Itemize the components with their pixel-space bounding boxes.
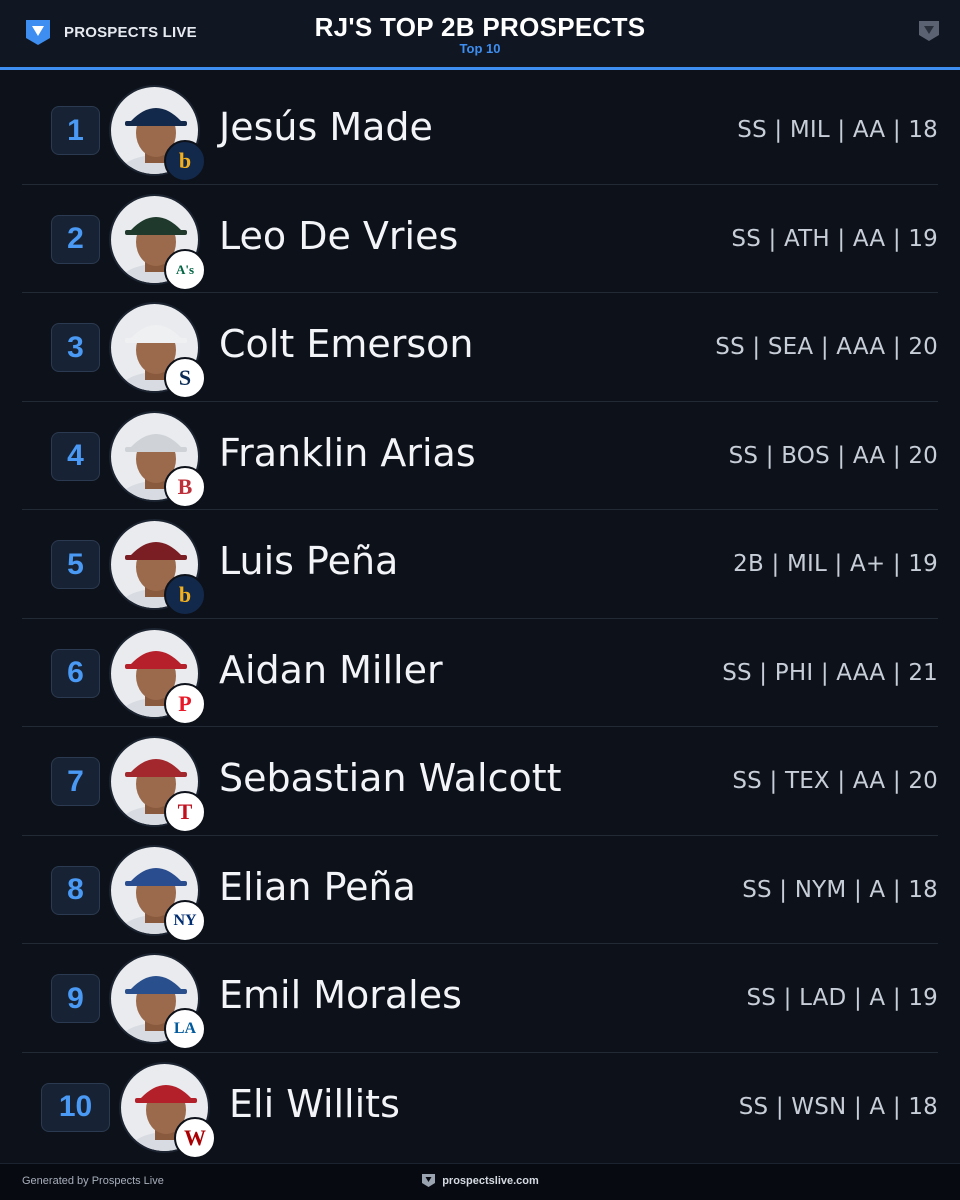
- brewers-logo-icon: b: [164, 140, 206, 182]
- header-bar: PROSPECTS LIVE RJ'S TOP 2B PROSPECTS Top…: [0, 0, 960, 70]
- prospect-row[interactable]: 2 A's Leo De Vries SS | ATH | AA | 19: [22, 185, 938, 293]
- athletics-logo-icon: A's: [164, 248, 206, 291]
- player-avatar: T: [109, 736, 206, 833]
- prospect-list: 1 b Jesús Made SS | MIL | AA | 18 2 A's Leo De…: [22, 76, 938, 1161]
- nationals-logo-icon: W: [174, 1116, 216, 1159]
- player-meta: SS | LAD | A | 19: [746, 985, 938, 1011]
- phillies-logo-icon: P: [164, 682, 206, 725]
- player-meta: SS | WSN | A | 18: [738, 1093, 938, 1120]
- prospect-row[interactable]: 10 W Eli Willits SS | WSN | A | 18: [22, 1053, 938, 1162]
- mariners-logo-icon: S: [164, 357, 206, 399]
- prospect-row[interactable]: 4 B Franklin Arias SS | BOS | AA | 20: [22, 402, 938, 510]
- page-title: RJ'S TOP 2B PROSPECTS: [314, 12, 646, 42]
- footer: Generated by Prospects Live prospectsliv…: [0, 1163, 960, 1200]
- player-name[interactable]: Eli Willits: [229, 1081, 400, 1127]
- prospect-row[interactable]: 6 P Aidan Miller SS | PHI | AAA | 21: [22, 619, 938, 727]
- player-name[interactable]: Leo De Vries: [219, 213, 458, 259]
- player-avatar: B: [109, 410, 206, 508]
- player-avatar: LA: [109, 953, 206, 1050]
- player-name[interactable]: Emil Morales: [219, 972, 462, 1018]
- title-block: RJ'S TOP 2B PROSPECTS Top 10: [0, 12, 960, 56]
- player-name[interactable]: Elian Peña: [219, 864, 416, 910]
- brewers-logo-icon: b: [164, 574, 206, 616]
- rank-badge: 1: [51, 106, 100, 155]
- player-avatar: P: [109, 627, 206, 725]
- rank-badge: 6: [51, 648, 100, 698]
- page-subtitle: Top 10: [459, 41, 501, 56]
- rank-badge: 5: [51, 540, 100, 589]
- prospects-live-footer-icon: [422, 1174, 436, 1187]
- player-name[interactable]: Sebastian Walcott: [219, 755, 562, 801]
- rank-badge: 4: [51, 431, 100, 481]
- player-name[interactable]: Colt Emerson: [219, 321, 473, 367]
- player-meta: SS | NYM | A | 18: [742, 876, 938, 903]
- rangers-logo-icon: T: [164, 791, 206, 833]
- player-meta: SS | TEX | AA | 20: [732, 768, 938, 794]
- player-meta: 2B | MIL | A+ | 19: [733, 551, 938, 577]
- site-link[interactable]: prospectslive.com: [442, 1175, 539, 1187]
- player-name[interactable]: Aidan Miller: [219, 647, 443, 693]
- rank-badge: 7: [51, 757, 100, 806]
- rank-badge: 2: [51, 214, 100, 264]
- player-avatar: S: [109, 302, 206, 399]
- player-meta: SS | MIL | AA | 18: [737, 117, 938, 143]
- player-meta: SS | PHI | AAA | 21: [722, 659, 938, 686]
- prospect-row[interactable]: 9 LA Emil Morales SS | LAD | A | 19: [22, 944, 938, 1053]
- prospect-row[interactable]: 8 NY Elian Peña SS | NYM | A | 18: [22, 836, 938, 944]
- prospect-row[interactable]: 7 T Sebastian Walcott SS | TEX | AA | 20: [22, 727, 938, 836]
- prospect-row[interactable]: 5 b Luis Peña 2B | MIL | A+ | 19: [22, 510, 938, 619]
- player-meta: SS | SEA | AAA | 20: [715, 334, 938, 360]
- rank-badge: 3: [51, 323, 100, 372]
- mets-logo-icon: NY: [164, 899, 206, 942]
- player-meta: SS | BOS | AA | 20: [728, 442, 938, 469]
- red-sox-logo-icon: B: [164, 465, 206, 508]
- player-avatar: b: [109, 85, 206, 182]
- rank-badge: 9: [51, 974, 100, 1023]
- player-name[interactable]: Jesús Made: [219, 104, 433, 150]
- dodgers-logo-icon: LA: [164, 1008, 206, 1050]
- player-avatar: NY: [109, 844, 206, 942]
- prospect-row[interactable]: 3 S Colt Emerson SS | SEA | AAA | 20: [22, 293, 938, 402]
- player-meta: SS | ATH | AA | 19: [731, 225, 938, 252]
- rank-badge: 10: [41, 1082, 110, 1132]
- player-avatar: b: [109, 519, 206, 616]
- player-avatar: A's: [109, 193, 206, 291]
- prospects-live-badge-icon: [919, 21, 939, 41]
- player-name[interactable]: Franklin Arias: [219, 430, 476, 476]
- prospect-row[interactable]: 1 b Jesús Made SS | MIL | AA | 18: [22, 76, 938, 185]
- player-name[interactable]: Luis Peña: [219, 538, 398, 584]
- player-avatar: W: [119, 1061, 216, 1159]
- rank-badge: 8: [51, 865, 100, 915]
- footer-site[interactable]: prospectslive.com: [0, 1173, 960, 1188]
